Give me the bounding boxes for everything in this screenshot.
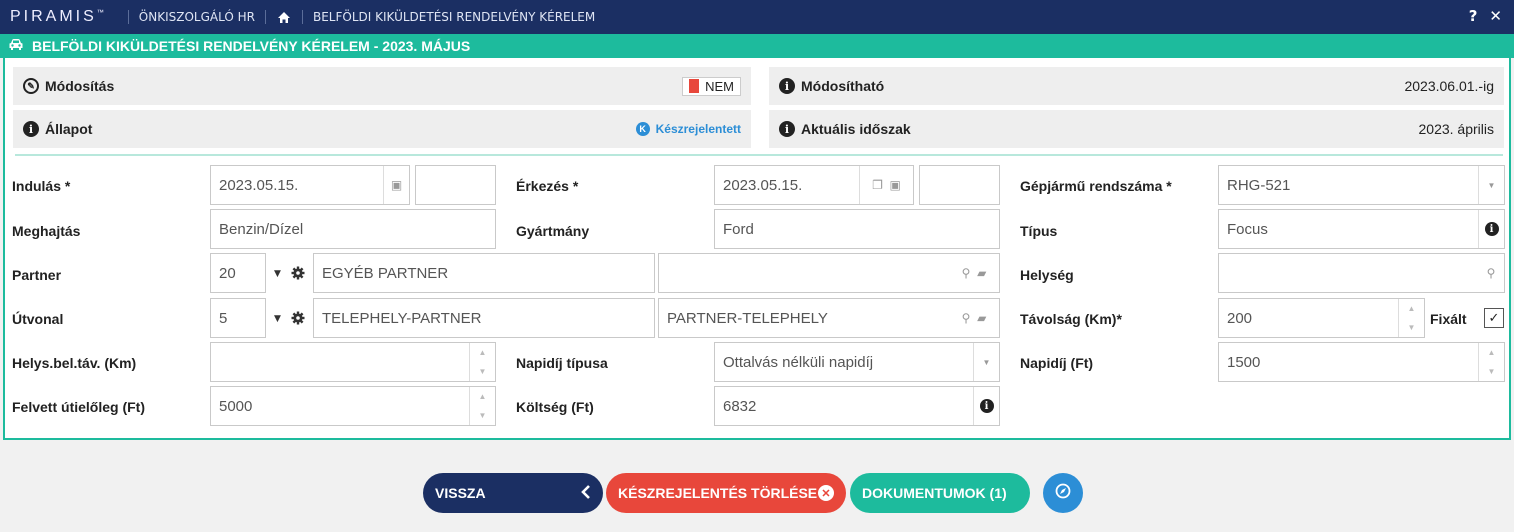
- rendszam-select[interactable]: RHG-521 ▼: [1218, 165, 1505, 205]
- aktualis-value: 2023. április: [1418, 121, 1495, 137]
- indulas-time-input[interactable]: [415, 165, 496, 205]
- calendar-icon[interactable]: ▣: [383, 166, 409, 204]
- helysbeltav-label: Helys.bel.táv. (Km): [12, 355, 137, 371]
- napidij-spinner[interactable]: ▲ ▼: [1478, 343, 1504, 381]
- modositas-label: Módosítás: [45, 78, 115, 94]
- breadcrumb-page: BELFÖLDI KIKÜLDETÉSI RENDELVÉNY KÉRELEM: [312, 10, 596, 24]
- window-controls: ? ✕: [1469, 7, 1502, 25]
- chevron-down-icon[interactable]: ▼: [1478, 166, 1504, 204]
- helysbeltav-spinner[interactable]: ▲ ▼: [469, 343, 495, 381]
- utvonal-code-input[interactable]: 5: [210, 298, 266, 338]
- compass-icon: [1055, 483, 1071, 503]
- fixalt-label: Fixált: [1430, 311, 1467, 327]
- utieloleg-input[interactable]: 5000 ▲ ▼: [210, 386, 496, 426]
- helyseg-input[interactable]: ⚲: [1218, 253, 1505, 293]
- gyartmany-input[interactable]: Ford: [714, 209, 1000, 249]
- helysbeltav-input[interactable]: ▲ ▼: [210, 342, 496, 382]
- utieloleg-label: Felvett útielőleg (Ft): [12, 399, 145, 415]
- separator: [127, 10, 129, 24]
- fixalt-checkbox[interactable]: ✓: [1484, 308, 1504, 328]
- app-logo[interactable]: PIRAMIS™: [0, 8, 104, 26]
- divider: [15, 154, 1503, 156]
- partner-extra-input[interactable]: ⚲ ▰: [658, 253, 1000, 293]
- erkezes-label: Érkezés *: [516, 178, 579, 194]
- chevron-left-icon: [581, 484, 591, 502]
- koltseg-info-icon[interactable]: i: [973, 387, 999, 425]
- status-badge: K Készrejelentett: [635, 122, 741, 136]
- indulas-date-input[interactable]: 2023.05.15. ▣: [210, 165, 410, 205]
- home-icon[interactable]: [276, 10, 292, 24]
- breadcrumb-module[interactable]: ÖNKISZOLGÁLÓ HR: [139, 10, 255, 24]
- meghajtas-label: Meghajtás: [12, 223, 81, 239]
- utvonal-caret-icon[interactable]: ▼: [274, 314, 281, 324]
- modositas-badge: NEM: [682, 76, 741, 96]
- utvonal-label: Útvonal: [12, 311, 64, 327]
- modosithato-label: Módosítható: [801, 78, 885, 94]
- helyseg-label: Helység: [1020, 267, 1074, 283]
- chevron-down-icon[interactable]: ▼: [973, 343, 999, 381]
- napidij-tipus-select[interactable]: Ottalvás nélküli napidíj ▼: [714, 342, 1000, 382]
- partner-code-input[interactable]: 20: [210, 253, 266, 293]
- search-icon[interactable]: ⚲: [1478, 254, 1504, 292]
- partner-caret-icon[interactable]: ▼: [274, 269, 281, 279]
- koltseg-label: Költség (Ft): [516, 399, 594, 415]
- separator: [301, 10, 303, 24]
- meghajtas-input[interactable]: Benzin/Dízel: [210, 209, 496, 249]
- tavolsag-spinner[interactable]: ▲ ▼: [1398, 299, 1424, 337]
- info-icon: i: [779, 121, 795, 137]
- aktualis-label: Aktuális időszak: [801, 121, 911, 137]
- tipus-input[interactable]: Focus i: [1218, 209, 1505, 249]
- status-k-icon: K: [635, 122, 650, 136]
- form-frame: ✎ Módosítás NEM i Módosítható 2023.06.01.-…: [3, 58, 1511, 440]
- close-icon[interactable]: ✕: [1489, 7, 1502, 25]
- partner-name-input[interactable]: EGYÉB PARTNER: [313, 253, 655, 293]
- allapot-label: Állapot: [45, 121, 93, 137]
- info-icon: i: [23, 121, 39, 137]
- erkezes-time-input[interactable]: [919, 165, 1000, 205]
- modosithato-value: 2023.06.01.-ig: [1404, 78, 1494, 94]
- rendszam-label: Gépjármű rendszáma *: [1020, 178, 1172, 194]
- koltseg-input[interactable]: 6832 i: [714, 386, 1000, 426]
- indulas-label: Indulás *: [12, 178, 71, 194]
- tipus-label: Típus: [1020, 223, 1058, 239]
- utvonal-from-input[interactable]: TELEPHELY-PARTNER: [313, 298, 655, 338]
- info-allapot: i Állapot K Készrejelentett: [13, 110, 751, 148]
- car-icon: [8, 38, 24, 54]
- close-circle-icon: ✕: [818, 485, 834, 501]
- calendar-copy-icons[interactable]: ❐ ▣: [859, 166, 913, 204]
- partner-label: Partner: [12, 267, 62, 283]
- partner-gear-icon[interactable]: [290, 265, 306, 281]
- tipus-info-icon[interactable]: i: [1478, 210, 1504, 248]
- utvonal-gear-icon[interactable]: [290, 310, 306, 326]
- delete-report-button[interactable]: KÉSZREJELENTÉS TÖRLÉSE ✕: [606, 473, 846, 513]
- tavolsag-label: Távolság (Km)*: [1020, 311, 1122, 327]
- utvonal-to-input[interactable]: PARTNER-TELEPHELY ⚲ ▰: [658, 298, 1000, 338]
- separator: [264, 10, 266, 24]
- tavolsag-input[interactable]: 200 ▲ ▼: [1218, 298, 1425, 338]
- edit-icon: ✎: [23, 78, 39, 94]
- erkezes-date-input[interactable]: 2023.05.15. ❐ ▣: [714, 165, 914, 205]
- back-button[interactable]: VISSZA: [423, 473, 603, 513]
- form-title-bar: BELFÖLDI KIKÜLDETÉSI RENDELVÉNY KÉRELEM …: [0, 34, 1514, 58]
- form-title: BELFÖLDI KIKÜLDETÉSI RENDELVÉNY KÉRELEM …: [32, 38, 471, 54]
- info-aktualis: i Aktuális időszak 2023. április: [769, 110, 1504, 148]
- documents-button[interactable]: DOKUMENTUMOK (1): [850, 473, 1030, 513]
- info-modositas: ✎ Módosítás NEM: [13, 67, 751, 105]
- gyartmany-label: Gyártmány: [516, 223, 590, 239]
- utieloleg-spinner[interactable]: ▲ ▼: [469, 387, 495, 425]
- round-action-button[interactable]: [1043, 473, 1083, 513]
- help-icon[interactable]: ?: [1469, 7, 1478, 25]
- search-save-icons[interactable]: ⚲ ▰: [949, 254, 999, 292]
- napidij-tipus-label: Napidíj típusa: [516, 355, 608, 371]
- napidij-label: Napidíj (Ft): [1020, 355, 1094, 371]
- info-modosithato: i Módosítható 2023.06.01.-ig: [769, 67, 1504, 105]
- info-icon: i: [779, 78, 795, 94]
- top-bar: PIRAMIS™ ÖNKISZOLGÁLÓ HR BELFÖLDI KIKÜLD…: [0, 0, 1514, 34]
- napidij-input[interactable]: 1500 ▲ ▼: [1218, 342, 1505, 382]
- search-save-icons[interactable]: ⚲ ▰: [949, 299, 999, 337]
